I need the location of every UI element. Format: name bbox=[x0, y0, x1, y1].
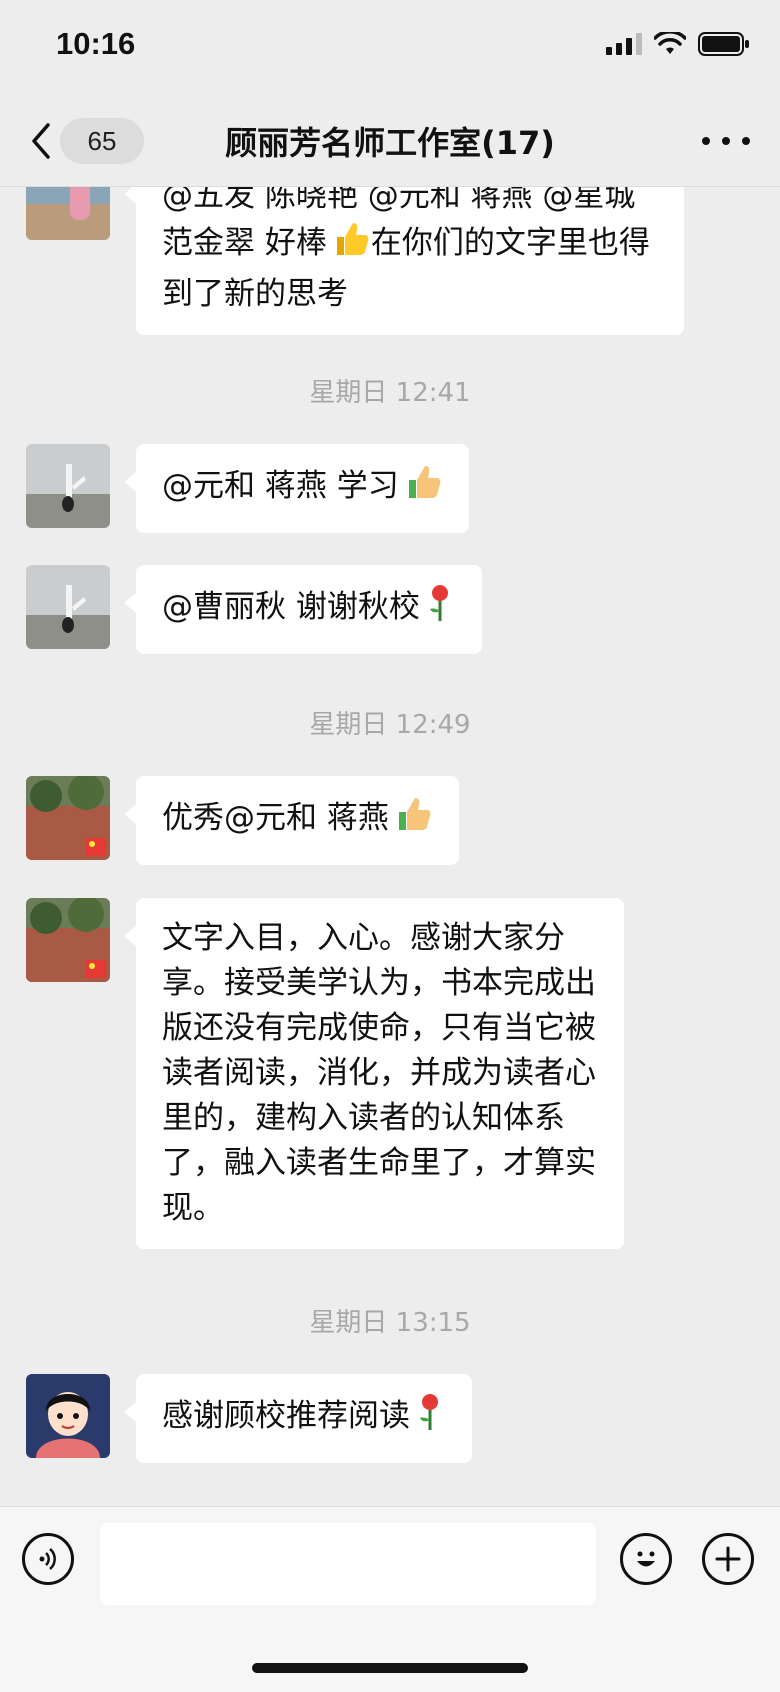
message-bubble[interactable]: @五发 陈晓艳 @元和 蒋燕 @星城 范金翠 好棒 在你们的文字里也得到了新的思考 bbox=[124, 186, 684, 335]
message-row: @元和 蒋燕 学习 bbox=[26, 444, 469, 533]
timestamp: 星期日 13:15 bbox=[309, 1308, 471, 1338]
message-text: 感谢顾校推荐阅读 bbox=[162, 1398, 410, 1434]
message-bubble[interactable]: 优秀@元和 蒋燕 bbox=[124, 776, 459, 865]
plus-icon bbox=[715, 1546, 741, 1572]
avatar[interactable] bbox=[26, 565, 110, 649]
status-icons bbox=[606, 32, 750, 56]
rose-icon bbox=[424, 583, 456, 636]
back-button[interactable]: 65 bbox=[28, 116, 144, 166]
thumbs-up-icon bbox=[403, 462, 443, 515]
more-dots-icon bbox=[702, 137, 710, 145]
message-row: @曹丽秋 谢谢秋校 bbox=[26, 565, 482, 654]
message-bubble[interactable]: @曹丽秋 谢谢秋校 bbox=[124, 565, 482, 654]
message-row: 文字入目，入心。感谢大家分享。接受美学认为，书本完成出版还没有完成使命，只有当它… bbox=[26, 898, 624, 1249]
message-text: 文字入目，入心。感谢大家分享。接受美学认为，书本完成出版还没有完成使命，只有当它… bbox=[162, 920, 596, 1226]
avatar[interactable] bbox=[26, 776, 110, 860]
status-bar: 10:16 bbox=[0, 0, 780, 96]
avatar[interactable] bbox=[26, 186, 110, 240]
plus-button[interactable] bbox=[702, 1533, 754, 1585]
chevron-left-icon bbox=[32, 123, 50, 159]
timestamp: 星期日 12:41 bbox=[309, 378, 471, 408]
emoji-button[interactable] bbox=[620, 1533, 672, 1585]
unread-count-badge: 65 bbox=[60, 118, 144, 164]
message-text: @元和 蒋燕 学习 bbox=[162, 468, 399, 504]
avatar[interactable] bbox=[26, 1374, 110, 1458]
more-button[interactable] bbox=[702, 126, 750, 156]
nav-bar: 65 顾丽芳名师工作室(17) bbox=[0, 96, 780, 187]
voice-button[interactable] bbox=[22, 1533, 74, 1585]
thumbs-up-icon bbox=[393, 794, 433, 847]
home-indicator[interactable] bbox=[252, 1663, 528, 1673]
emoji-face-icon bbox=[637, 1551, 655, 1567]
chat-area[interactable]: @五发 陈晓艳 @元和 蒋燕 @星城 范金翠 好棒 在你们的文字里也得到了新的思考… bbox=[0, 186, 780, 1506]
voice-icon bbox=[39, 1548, 56, 1570]
input-bar bbox=[0, 1506, 780, 1692]
signal-icon bbox=[606, 33, 642, 55]
message-bubble[interactable]: 文字入目，入心。感谢大家分享。接受美学认为，书本完成出版还没有完成使命，只有当它… bbox=[124, 898, 624, 1249]
wifi-icon bbox=[654, 32, 686, 54]
message-bubble[interactable]: 感谢顾校推荐阅读 bbox=[124, 1374, 472, 1463]
message-row: 优秀@元和 蒋燕 bbox=[26, 776, 459, 865]
message-text: 优秀@元和 蒋燕 bbox=[162, 800, 389, 836]
message-input[interactable] bbox=[100, 1523, 596, 1605]
battery-icon bbox=[698, 32, 749, 56]
message-text: @曹丽秋 谢谢秋校 bbox=[162, 589, 420, 625]
status-time: 10:16 bbox=[56, 26, 136, 61]
thumbs-up-icon bbox=[331, 219, 371, 272]
avatar[interactable] bbox=[26, 898, 110, 982]
message-row: @五发 陈晓艳 @元和 蒋燕 @星城 范金翠 好棒 在你们的文字里也得到了新的思考 bbox=[26, 186, 684, 335]
avatar[interactable] bbox=[26, 444, 110, 528]
timestamp: 星期日 12:49 bbox=[309, 710, 471, 740]
chat-title: 顾丽芳名师工作室(17) bbox=[225, 124, 555, 162]
message-bubble[interactable]: @元和 蒋燕 学习 bbox=[124, 444, 469, 533]
message-row: 感谢顾校推荐阅读 bbox=[26, 1374, 472, 1463]
rose-icon bbox=[414, 1392, 446, 1445]
